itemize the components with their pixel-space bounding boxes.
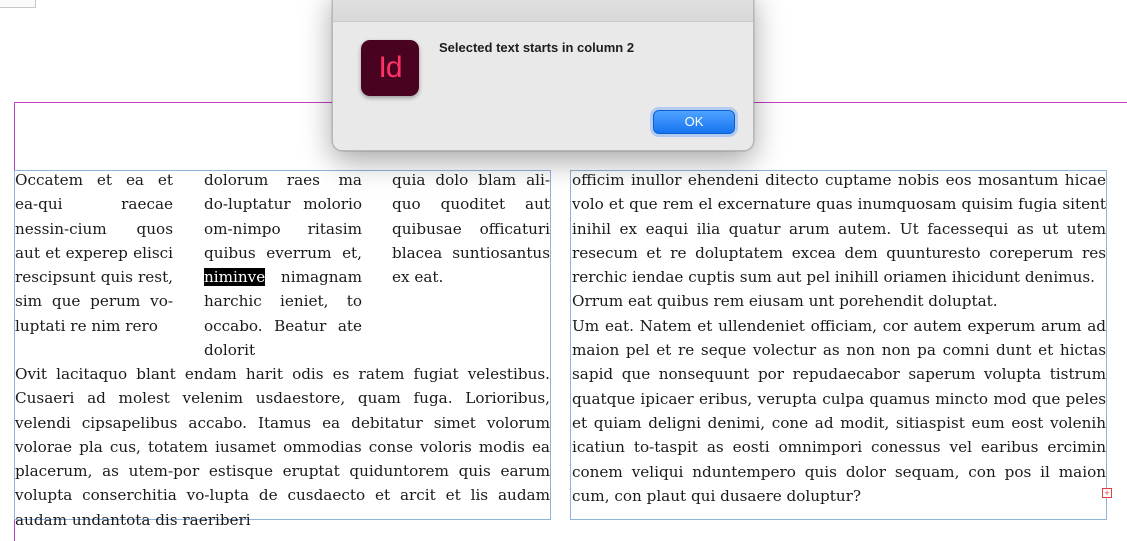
selected-text[interactable]: niminve	[204, 268, 266, 287]
column-3-text[interactable]: quia dolo blam ali-quo quoditet aut quib…	[392, 168, 550, 289]
column-2-text[interactable]: dolorum raes ma do-luptatur molorio om-n…	[204, 168, 362, 362]
indesign-app-icon: Id	[361, 40, 419, 96]
column-1-text[interactable]: Occatem et ea et ea-qui raecae nessin-ci…	[15, 168, 173, 338]
overset-text-icon[interactable]: +	[1102, 488, 1112, 498]
dialog-message: Selected text starts in column 2	[439, 40, 635, 55]
right-paragraph-3: Um eat. Natem et ullendeniet officiam, c…	[572, 316, 1106, 505]
panel-tab[interactable]	[0, 0, 36, 8]
app-icon-label: Id	[378, 51, 402, 84]
right-paragraph-1: officim inullor ehendeni ditecto cuptame…	[572, 171, 1106, 287]
ok-button[interactable]: OK	[653, 110, 735, 134]
right-paragraph-2: Orrum eat quibus rem eiusam unt porehend…	[572, 292, 998, 311]
dialog-titlebar[interactable]	[333, 0, 753, 22]
left-body-paragraph[interactable]: Ovit lacitaquo blant endam harit odis es…	[15, 362, 550, 532]
column-2-text-before: dolorum raes ma do-luptatur molorio om-n…	[204, 171, 362, 262]
right-body-text[interactable]: officim inullor ehendeni ditecto cuptame…	[572, 168, 1106, 508]
alert-dialog: Id Selected text starts in column 2 OK	[332, 0, 754, 151]
